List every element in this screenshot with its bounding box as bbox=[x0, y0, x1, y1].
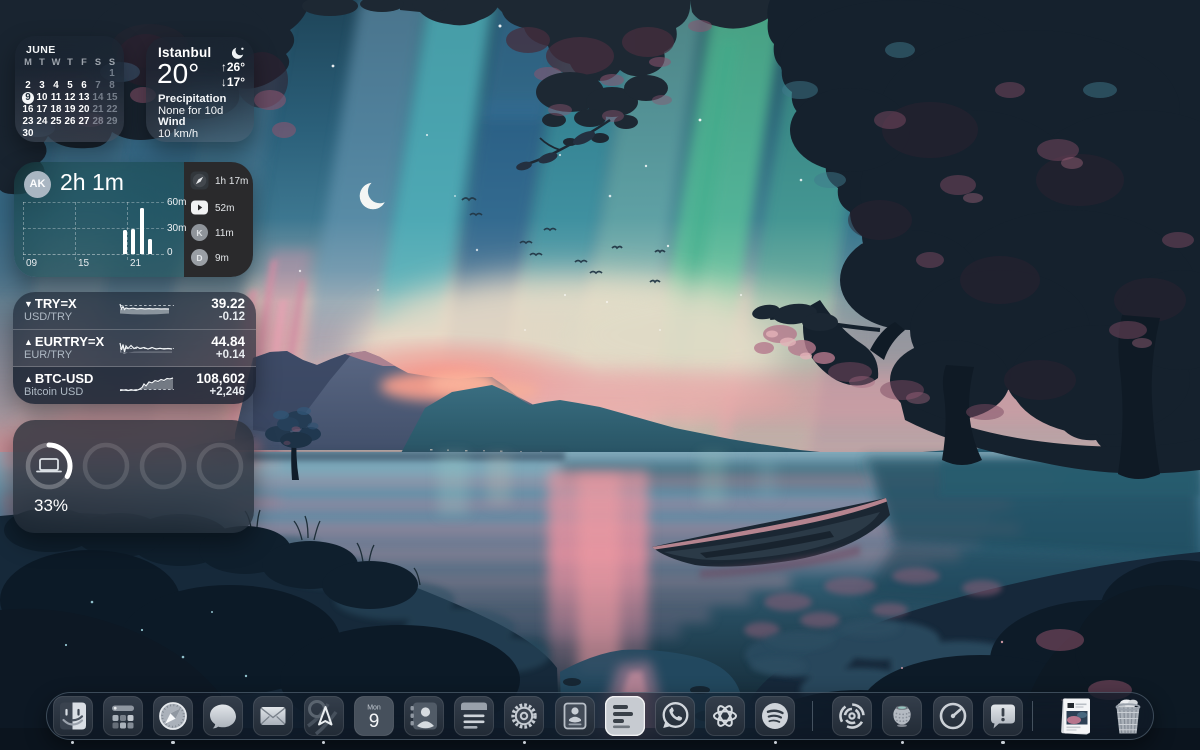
svg-text:D: D bbox=[196, 253, 202, 263]
svg-text:9: 9 bbox=[368, 711, 379, 732]
svg-text:K: K bbox=[196, 228, 203, 238]
